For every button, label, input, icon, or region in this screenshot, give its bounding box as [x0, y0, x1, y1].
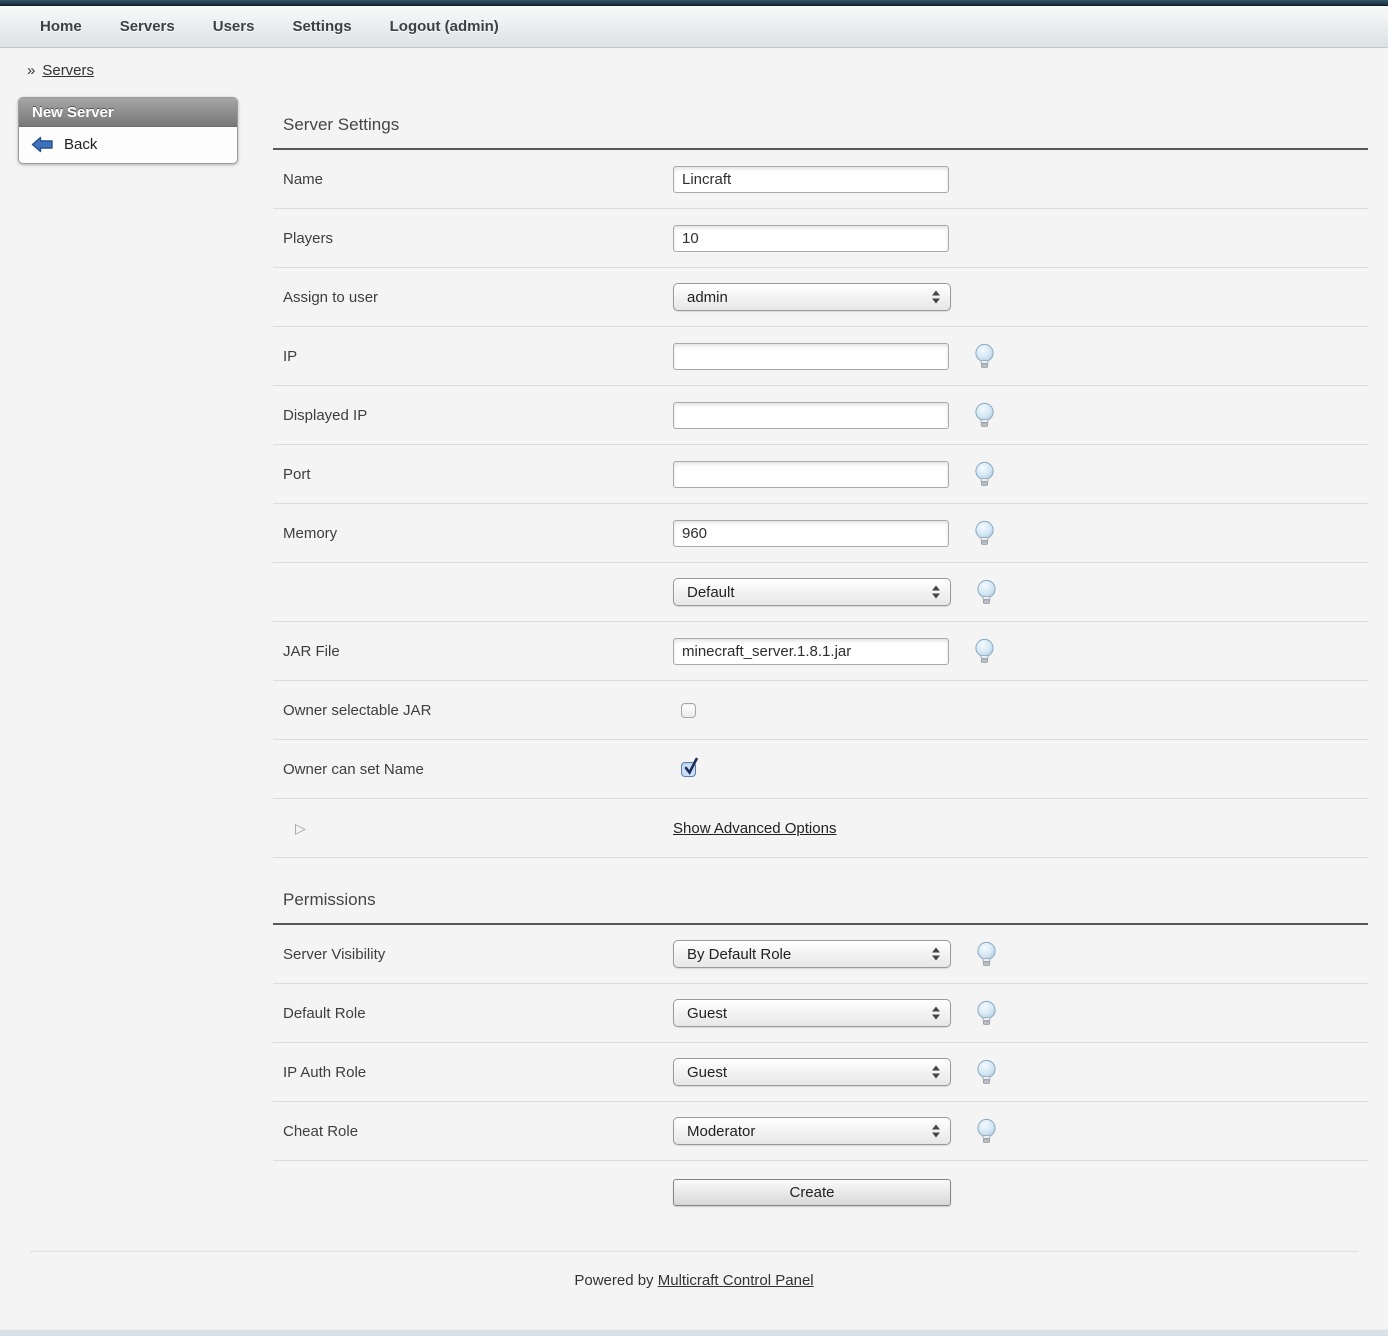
memory-input[interactable]	[673, 520, 949, 547]
port-help-bulb-icon[interactable]	[973, 461, 996, 488]
cheat-role-help-bulb-icon[interactable]	[975, 1118, 998, 1145]
displayed-ip-help-bulb-icon[interactable]	[973, 402, 996, 429]
jar-file-help-bulb-icon[interactable]	[973, 638, 996, 665]
cheat-role-value: Moderator	[674, 1123, 755, 1140]
nav-item-settings[interactable]: Settings	[292, 18, 351, 35]
server-visibility-help-bulb-icon[interactable]	[975, 941, 998, 968]
form-row-cheat-role: Cheat Role Moderator	[273, 1102, 1368, 1161]
form-row-create: Create	[273, 1161, 1368, 1223]
breadcrumb-servers-link[interactable]: Servers	[42, 62, 94, 79]
memory-preset-value: Default	[674, 584, 735, 601]
permissions-title: Permissions	[283, 890, 1368, 910]
default-role-select[interactable]: Guest	[673, 999, 951, 1027]
form-row-memory-preset: Default	[273, 563, 1368, 622]
ip-auth-role-help-bulb-icon[interactable]	[975, 1059, 998, 1086]
port-label: Port	[273, 466, 673, 483]
default-role-label: Default Role	[273, 1005, 673, 1022]
create-button[interactable]: Create	[673, 1179, 951, 1206]
form-row-displayed-ip: Displayed IP	[273, 386, 1368, 445]
ip-auth-role-label: IP Auth Role	[273, 1064, 673, 1081]
back-button[interactable]: Back	[19, 127, 237, 163]
nav-item-home[interactable]: Home	[40, 18, 82, 35]
breadcrumb-separator: »	[27, 62, 35, 79]
default-role-value: Guest	[674, 1005, 727, 1022]
ip-input[interactable]	[673, 343, 949, 370]
server-visibility-value: By Default Role	[674, 946, 791, 963]
select-stepper-icon	[932, 291, 940, 304]
cheat-role-select[interactable]: Moderator	[673, 1117, 951, 1145]
select-stepper-icon	[932, 586, 940, 599]
show-advanced-options-link[interactable]: Show Advanced Options	[673, 820, 836, 837]
memory-preset-help-bulb-icon[interactable]	[975, 579, 998, 606]
form-row-name: Name	[273, 150, 1368, 209]
jar-file-label: JAR File	[273, 643, 673, 660]
owner-can-set-name-checkbox[interactable]	[681, 762, 696, 777]
ip-auth-role-select[interactable]: Guest	[673, 1058, 951, 1086]
owner-can-set-name-label: Owner can set Name	[273, 761, 673, 778]
ip-auth-role-value: Guest	[674, 1064, 727, 1081]
breadcrumb: » Servers	[0, 48, 1388, 89]
memory-preset-select[interactable]: Default	[673, 578, 951, 606]
form-row-port: Port	[273, 445, 1368, 504]
select-stepper-icon	[932, 1007, 940, 1020]
footer: Powered by Multicraft Control Panel	[0, 1252, 1388, 1315]
form-row-owner-selectable-jar: Owner selectable JAR	[273, 681, 1368, 740]
form-row-server-visibility: Server Visibility By Default Role	[273, 925, 1368, 984]
memory-label: Memory	[273, 525, 673, 542]
new-server-panel: New Server Back	[18, 97, 238, 164]
default-role-help-bulb-icon[interactable]	[975, 1000, 998, 1027]
main-navbar: Home Servers Users Settings Logout (admi…	[0, 6, 1388, 48]
displayed-ip-input[interactable]	[673, 402, 949, 429]
select-stepper-icon	[932, 1066, 940, 1079]
form-row-ip: IP	[273, 327, 1368, 386]
back-label: Back	[64, 136, 97, 153]
server-visibility-label: Server Visibility	[273, 946, 673, 963]
form-row-ip-auth-role: IP Auth Role Guest	[273, 1043, 1368, 1102]
bottom-edge-bar	[0, 1329, 1388, 1336]
cheat-role-label: Cheat Role	[273, 1123, 673, 1140]
form-row-assign-to-user: Assign to user admin	[273, 268, 1368, 327]
footer-powered-by-text: Powered by	[574, 1272, 653, 1289]
nav-item-users[interactable]: Users	[213, 18, 255, 35]
assign-to-user-label: Assign to user	[273, 289, 673, 306]
ip-label: IP	[273, 348, 673, 365]
displayed-ip-label: Displayed IP	[273, 407, 673, 424]
name-label: Name	[273, 171, 673, 188]
memory-help-bulb-icon[interactable]	[973, 520, 996, 547]
form-row-memory: Memory	[273, 504, 1368, 563]
ip-help-bulb-icon[interactable]	[973, 343, 996, 370]
back-arrow-icon	[31, 136, 54, 153]
multicraft-link[interactable]: Multicraft Control Panel	[658, 1272, 814, 1289]
nav-item-logout[interactable]: Logout (admin)	[390, 18, 499, 35]
form-row-advanced-options: ▷ Show Advanced Options	[273, 799, 1368, 858]
server-settings-title: Server Settings	[283, 115, 1368, 135]
select-stepper-icon	[932, 948, 940, 961]
form-row-players: Players	[273, 209, 1368, 268]
select-stepper-icon	[932, 1125, 940, 1138]
owner-selectable-jar-checkbox[interactable]	[681, 703, 696, 718]
owner-selectable-jar-label: Owner selectable JAR	[273, 702, 673, 719]
form-row-owner-can-set-name: Owner can set Name	[273, 740, 1368, 799]
players-input[interactable]	[673, 225, 949, 252]
disclosure-triangle-icon[interactable]: ▷	[283, 820, 306, 836]
players-label: Players	[273, 230, 673, 247]
server-visibility-select[interactable]: By Default Role	[673, 940, 951, 968]
name-input[interactable]	[673, 166, 949, 193]
panel-title: New Server	[19, 98, 237, 127]
nav-item-servers[interactable]: Servers	[120, 18, 175, 35]
form-row-default-role: Default Role Guest	[273, 984, 1368, 1043]
jar-file-input[interactable]	[673, 638, 949, 665]
assign-to-user-value: admin	[674, 289, 728, 306]
form-row-jar-file: JAR File	[273, 622, 1368, 681]
port-input[interactable]	[673, 461, 949, 488]
assign-to-user-select[interactable]: admin	[673, 283, 951, 311]
